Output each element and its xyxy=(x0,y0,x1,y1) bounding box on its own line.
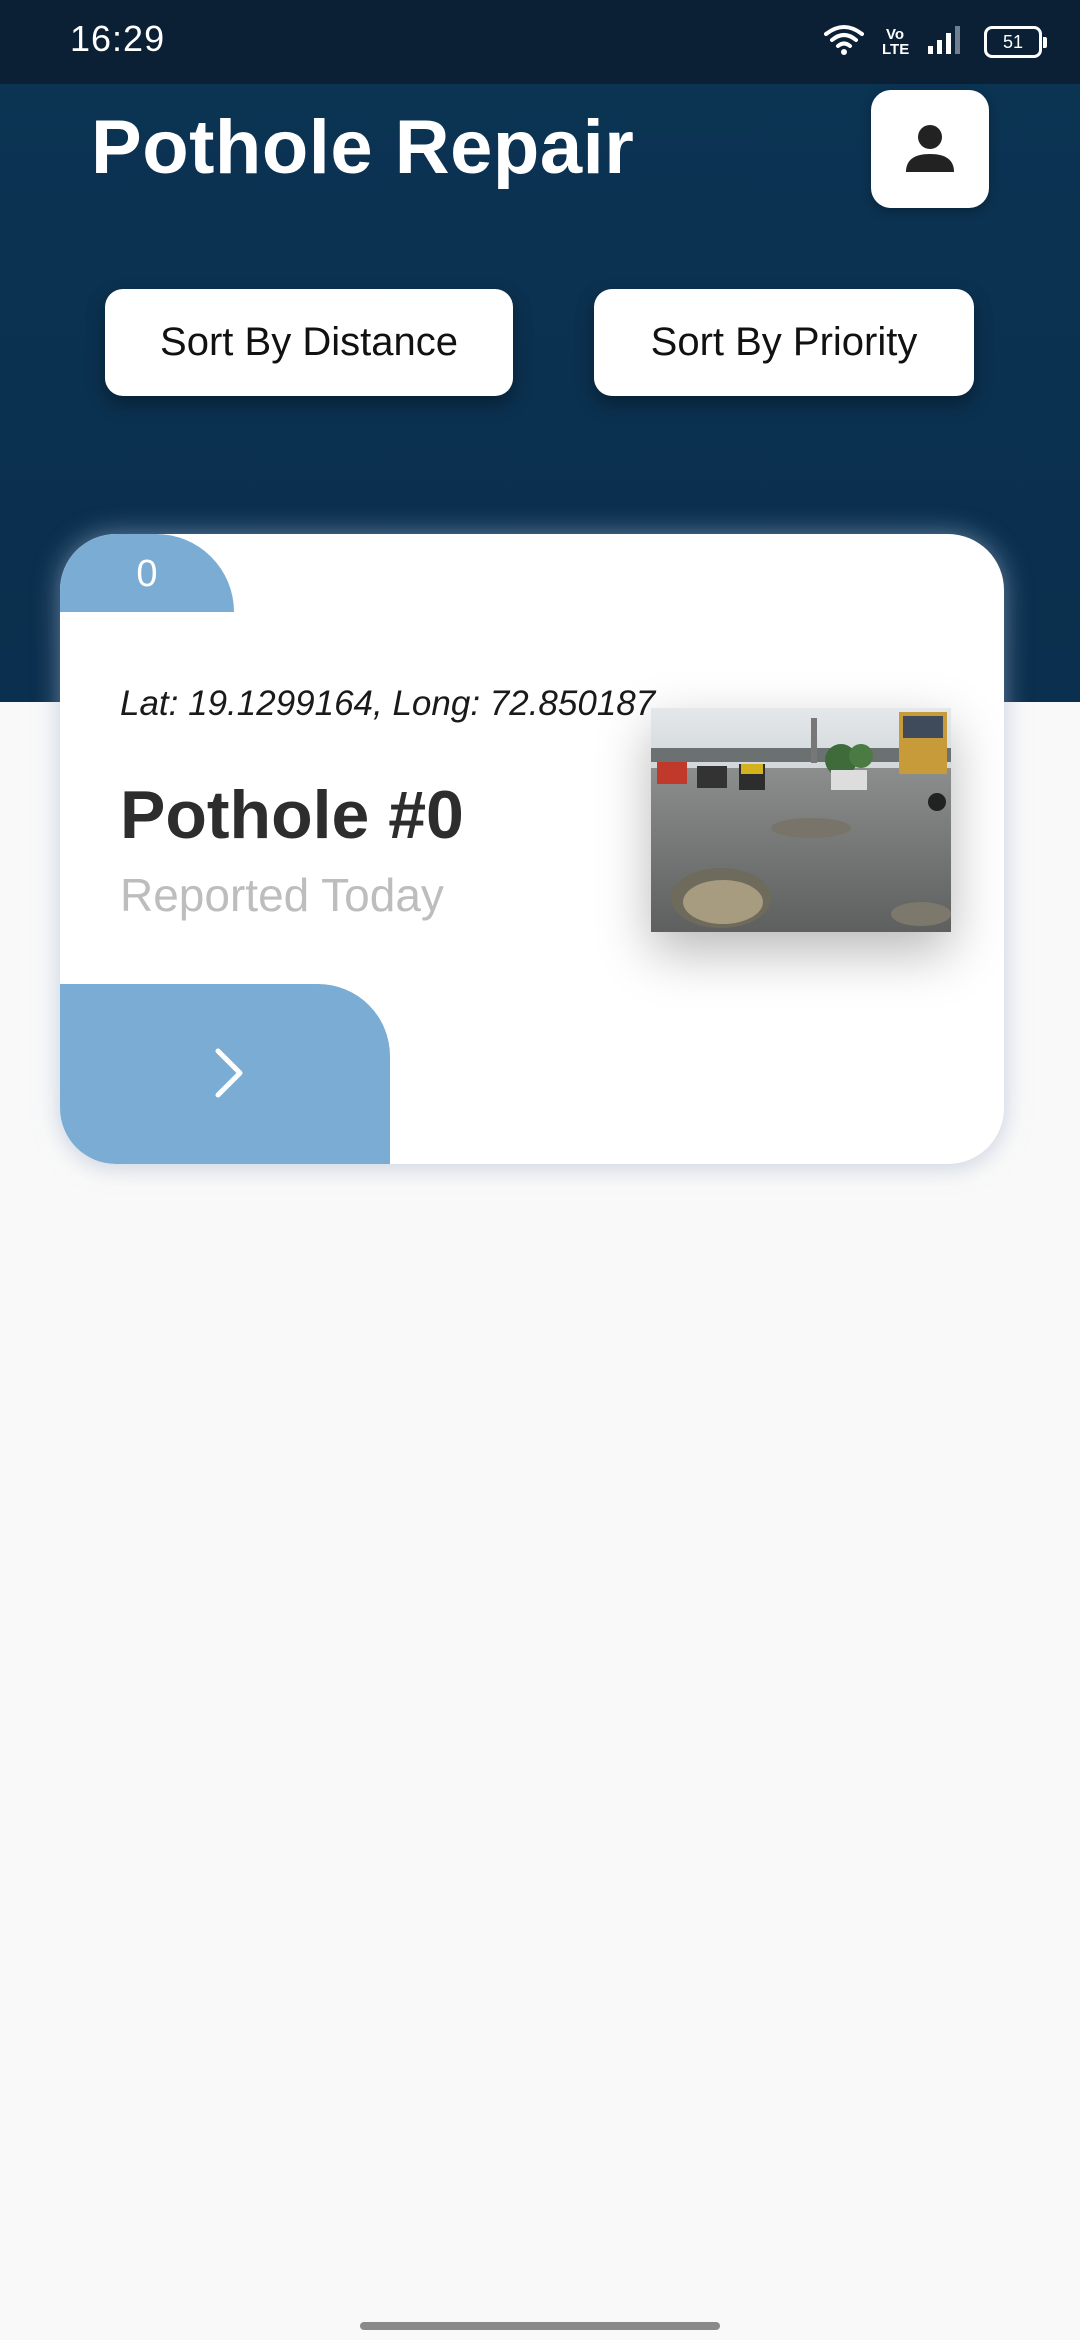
person-icon xyxy=(902,120,958,179)
home-indicator[interactable] xyxy=(360,2322,720,2330)
coordinates-text: Lat: 19.1299164, Long: 72.850187 xyxy=(120,684,656,723)
status-icons: Vo LTE 51 xyxy=(824,22,1047,62)
pothole-card[interactable]: 0 Lat: 19.1299164, Long: 72.850187 Potho… xyxy=(60,534,1004,1164)
screen: 16:29 Vo LTE 51 Pothole Repair Sort By D… xyxy=(0,0,1080,2340)
pothole-title: Pothole #0 xyxy=(120,777,464,853)
volte-indicator: Vo LTE xyxy=(882,26,910,58)
status-bar: 16:29 Vo LTE 51 xyxy=(0,0,1080,84)
signal-icon xyxy=(926,24,966,61)
battery-indicator: 51 xyxy=(984,26,1047,58)
chevron-right-icon xyxy=(208,1045,248,1104)
sort-by-distance-button[interactable]: Sort By Distance xyxy=(105,289,513,396)
sort-by-priority-button[interactable]: Sort By Priority xyxy=(594,289,974,396)
pothole-photo xyxy=(651,708,951,932)
status-time: 16:29 xyxy=(70,18,166,59)
wifi-icon xyxy=(824,24,864,61)
app-title: Pothole Repair xyxy=(91,105,635,190)
open-pothole-button[interactable] xyxy=(60,984,390,1164)
rank-badge: 0 xyxy=(60,534,234,612)
reported-date: Reported Today xyxy=(120,869,444,921)
profile-button[interactable] xyxy=(871,90,989,208)
